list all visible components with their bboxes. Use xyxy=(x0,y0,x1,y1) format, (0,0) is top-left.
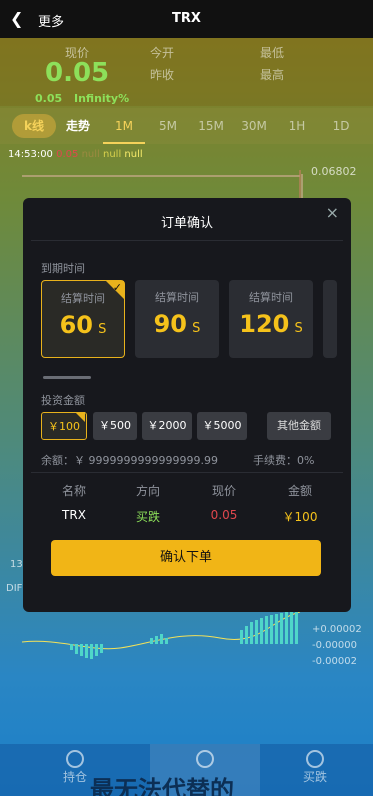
yen-icon xyxy=(306,750,324,768)
timeframe-tabs: k线 走势 1M 5M 15M 30M 1H 1D xyxy=(0,108,373,144)
prev-close-label: 昨收 xyxy=(150,68,175,82)
watermark-text: 最无法代替的 xyxy=(90,776,234,796)
price-change-pct: Infinity% xyxy=(74,92,130,105)
card-label: 结算时间 xyxy=(249,291,293,304)
amount-selected-corner xyxy=(75,412,85,422)
chart-right-value-3: -0.00002 xyxy=(312,656,357,667)
legend-v1: 0.05 xyxy=(56,149,79,160)
col-amount: 金额 xyxy=(287,484,312,498)
chart-right-value-1: +0.00002 xyxy=(312,624,362,635)
high-label: 最高 xyxy=(260,68,285,82)
tab-30m[interactable]: 30M xyxy=(238,108,270,144)
tab-5m[interactable]: 5M xyxy=(152,108,184,144)
chart-right-value-2: -0.00000 xyxy=(312,640,357,651)
divider xyxy=(31,240,343,241)
amount-2000[interactable]: ￥2000 xyxy=(142,412,192,440)
dialog-title: 订单确认 xyxy=(160,216,213,231)
order-confirm-dialog: 订单确认 × 到期时间 结算时间 60 S ✓ 结算时间 90 S 结算时间 1… xyxy=(23,198,351,612)
holdings-label: 持仓 xyxy=(62,770,87,784)
fee-text: 手续费：0% xyxy=(253,454,315,467)
expiry-card-more[interactable] xyxy=(323,280,337,358)
card-value: 90 S xyxy=(153,310,201,338)
confirm-order-button[interactable]: 确认下单 xyxy=(51,540,321,576)
col-price: 现价 xyxy=(211,484,236,498)
page-title: TRX xyxy=(172,11,201,26)
order-amount: ￥100 xyxy=(282,510,318,524)
invest-label: 投资金额 xyxy=(41,394,85,407)
col-direction: 方向 xyxy=(135,484,160,498)
expiry-card-90[interactable]: 结算时间 90 S xyxy=(135,280,219,358)
other-amount-button[interactable]: 其他金额 xyxy=(267,412,331,440)
expiry-label: 到期时间 xyxy=(41,262,85,275)
card-label: 结算时间 xyxy=(155,291,199,304)
amount-500[interactable]: ￥500 xyxy=(93,412,137,440)
tab-15m[interactable]: 15M xyxy=(195,108,227,144)
macd-histogram xyxy=(70,612,298,659)
buy-down-button[interactable]: 买跌 xyxy=(260,744,370,796)
divider xyxy=(31,472,343,473)
top-bar: ❮ 更多 TRX xyxy=(0,0,373,38)
chart-legend: 14:53:00 0.05 null null null xyxy=(8,149,143,160)
tab-1d[interactable]: 1D xyxy=(326,108,356,144)
buy-down-label: 买跌 xyxy=(302,770,327,784)
legend-v4: null xyxy=(124,149,143,160)
card-value: 60 S xyxy=(59,311,107,339)
col-name: 名称 xyxy=(61,484,86,498)
yen-icon xyxy=(196,750,214,768)
tab-trend[interactable]: 走势 xyxy=(60,108,96,144)
coin-icon xyxy=(66,750,84,768)
price-change: 0.05 xyxy=(35,92,63,105)
legend-time: 14:53:00 xyxy=(8,149,53,160)
chart-top-value: 0.06802 xyxy=(311,165,357,178)
chart-left-label: 13 xyxy=(10,559,23,570)
price-line xyxy=(22,174,303,200)
close-icon[interactable]: × xyxy=(326,203,339,222)
tab-1m[interactable]: 1M xyxy=(103,108,145,144)
expiry-card-120[interactable]: 结算时间 120 S xyxy=(229,280,313,358)
amount-5000[interactable]: ￥5000 xyxy=(197,412,247,440)
expiry-card-60[interactable]: 结算时间 60 S ✓ xyxy=(41,280,125,358)
chart-dif-label: DIF xyxy=(6,583,23,594)
order-price: 0.05 xyxy=(210,508,238,522)
legend-v2: null xyxy=(81,149,100,160)
tab-1h[interactable]: 1H xyxy=(282,108,312,144)
legend-v3: null xyxy=(102,149,122,160)
scroll-indicator xyxy=(43,376,91,379)
tab-kline[interactable]: k线 xyxy=(12,114,56,138)
open-label: 今开 xyxy=(150,46,175,60)
low-label: 最低 xyxy=(260,46,285,60)
order-direction: 买跌 xyxy=(135,510,160,524)
check-icon: ✓ xyxy=(112,281,122,294)
card-value: 120 S xyxy=(239,310,303,338)
current-price: 0.05 xyxy=(45,58,110,88)
order-name: TRX xyxy=(62,508,86,522)
balance-text: 余额：￥ 9999999999999999.99 xyxy=(41,454,218,467)
